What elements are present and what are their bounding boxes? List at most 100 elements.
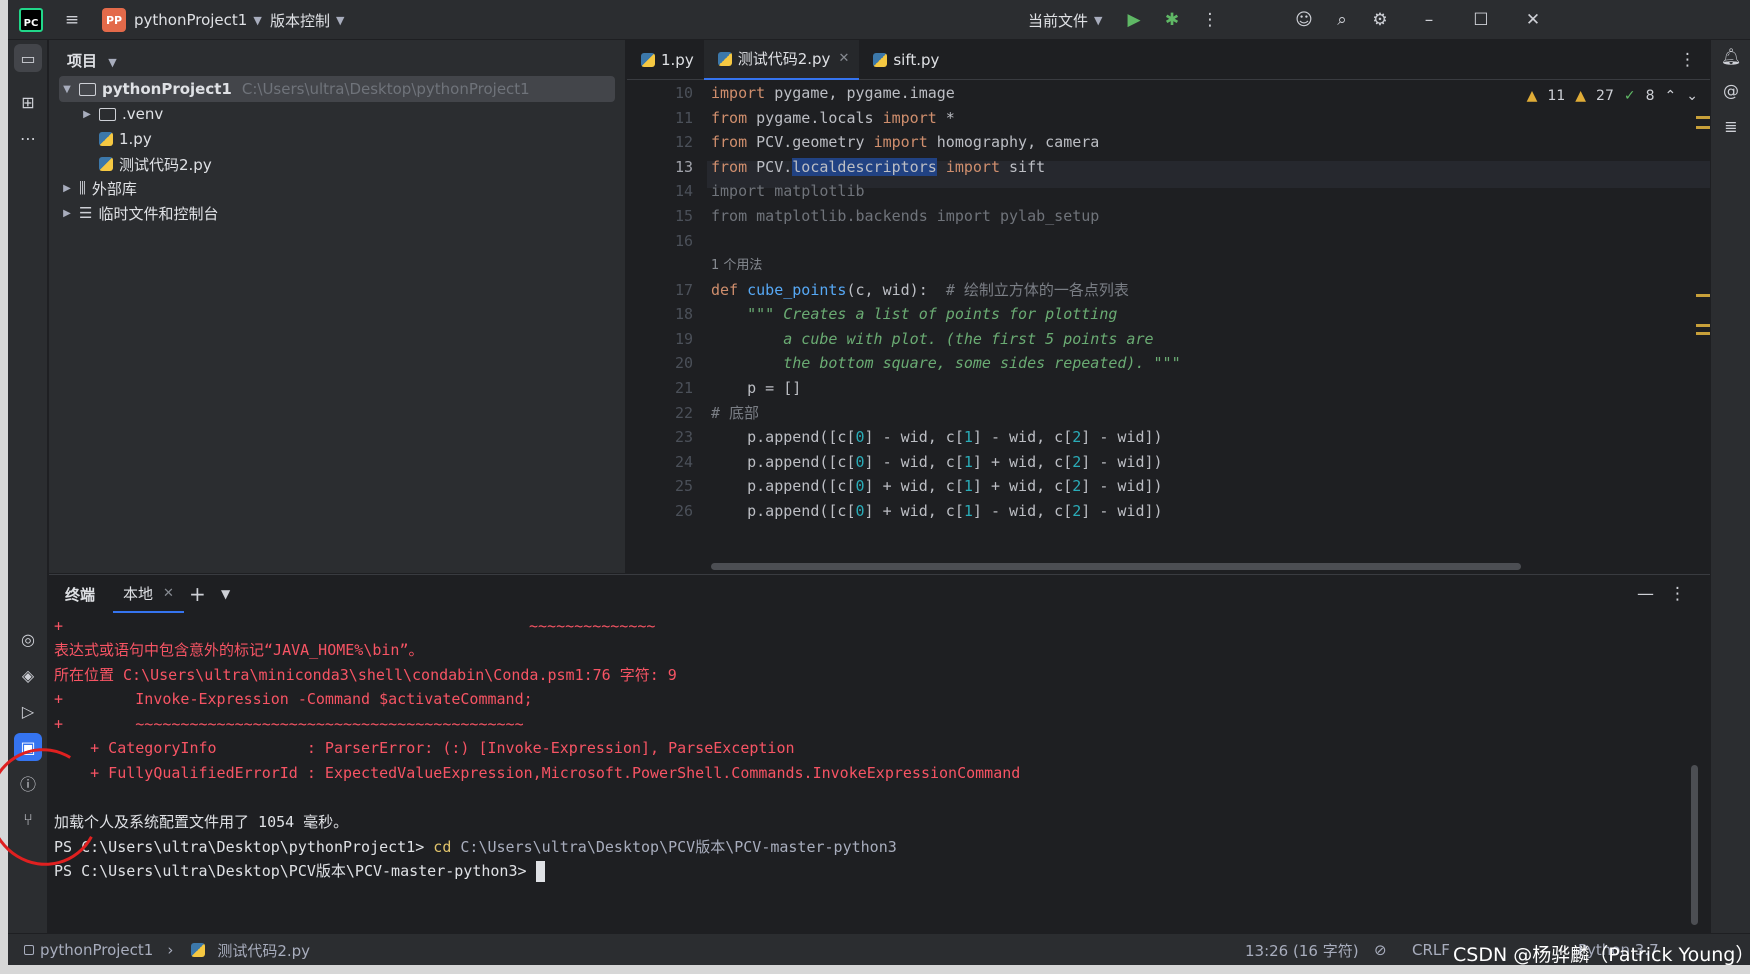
line-number: 25 <box>674 477 693 495</box>
breadcrumb: pythonProject1 › 测试代码2.py <box>24 934 310 965</box>
python-file-icon <box>99 157 113 171</box>
terminal-line: + Invoke-Expression -Command $activateCo… <box>54 690 533 708</box>
terminal-tab-local[interactable]: 本地 ✕ <box>113 575 184 613</box>
tree-item-label: pythonProject1 <box>102 80 232 98</box>
error-stripe-mark[interactable] <box>1696 116 1710 119</box>
chevron-down-icon[interactable]: ⌄ <box>1686 88 1698 104</box>
tree-item-venv[interactable]: ▶ .venv <box>59 101 615 127</box>
line-number: 12 <box>674 133 693 151</box>
search-icon[interactable]: ⌕ <box>1330 0 1354 40</box>
debug-icon[interactable]: ✱ <box>1160 0 1184 40</box>
chevron-down-icon: ▼ <box>1094 13 1103 27</box>
ai-assistant-icon[interactable]: @ <box>1717 76 1745 104</box>
run-config-selector[interactable]: 当前文件 ▼ <box>1028 0 1102 40</box>
structure-tool-icon[interactable]: ⊞ <box>14 88 42 116</box>
tree-item-label: 临时文件和控制台 <box>98 204 219 223</box>
line-number: 15 <box>674 207 693 225</box>
terminal-cursor <box>535 861 545 882</box>
python-console-icon[interactable]: ◎ <box>14 625 42 653</box>
line-separator[interactable]: CRLF <box>1412 934 1450 965</box>
terminal-vertical-scrollbar[interactable] <box>1691 765 1698 925</box>
line-number: 13 <box>674 158 693 176</box>
close-tab-icon[interactable]: ✕ <box>838 51 849 66</box>
terminal-line: 表达式或语句中包含意外的标记“JAVA_HOME%\bin”。 <box>54 641 424 659</box>
close-icon[interactable]: ✕ <box>1518 0 1548 40</box>
error-stripe-mark[interactable] <box>1696 294 1710 297</box>
chevron-right-icon[interactable]: ▶ <box>79 109 95 120</box>
tree-item-label: 外部库 <box>91 179 137 198</box>
code-line: import matplotlib <box>711 182 865 200</box>
watermark: CSDN @杨骅麟（Patrick Young） <box>1453 944 1750 966</box>
notifications-icon[interactable]: 🔔︎ <box>1717 42 1745 70</box>
code-line: p.append([c[0] + wid, c[1] + wid, c[2] -… <box>711 477 1163 495</box>
tabs-more-icon[interactable]: ⋮ <box>1679 50 1696 70</box>
tab-label: sift.py <box>893 50 940 69</box>
add-icon[interactable]: + <box>189 582 206 606</box>
project-switcher[interactable]: PP pythonProject1 ▼ <box>102 0 262 40</box>
more-tools-icon[interactable]: ⋯ <box>14 124 42 152</box>
tree-item-scratches[interactable]: ▶ ☰ 临时文件和控制台 <box>59 200 615 226</box>
tree-item-test2py[interactable]: 测试代码2.py <box>59 151 615 177</box>
terminal-line: + CategoryInfo : ParserError: (:) [Invok… <box>54 739 795 757</box>
database-icon[interactable]: ≣ <box>1717 112 1745 140</box>
error-stripe-mark[interactable] <box>1696 126 1710 129</box>
breadcrumb-file[interactable]: 测试代码2.py <box>217 940 310 961</box>
power-save-icon[interactable]: ⊘ <box>1374 934 1387 965</box>
line-number: 26 <box>674 502 693 520</box>
layers-icon[interactable]: ◈ <box>14 661 42 689</box>
project-panel: 项目 ▼ ▼ pythonProject1 C:\Users\ultra\Des… <box>49 40 626 573</box>
code-line: the bottom square, some sides repeated).… <box>711 354 1181 372</box>
tree-item-root[interactable]: ▼ pythonProject1 C:\Users\ultra\Desktop\… <box>59 76 615 102</box>
terminal-line: + ~~~~~~~~~~~~~~~~~~~~~~~~~~~~~~~~~~~~~~… <box>54 715 524 733</box>
vcs-menu[interactable]: 版本控制 ▼ <box>270 0 344 40</box>
maximize-icon[interactable]: ☐ <box>1466 0 1496 40</box>
tree-item-external-libs[interactable]: ▶ ⫼ 外部库 <box>59 175 615 201</box>
tree-item-1py[interactable]: 1.py <box>59 126 615 152</box>
pycharm-logo-icon[interactable]: PC <box>19 8 43 32</box>
terminal-tab-label: 本地 <box>123 584 154 603</box>
error-stripe-mark[interactable] <box>1696 332 1710 335</box>
code-line: p.append([c[0] + wid, c[1] - wid, c[2] -… <box>711 502 1163 520</box>
caret-position[interactable]: 13:26 (16 字符) <box>1245 934 1359 965</box>
run-icon[interactable]: ▶ <box>1122 0 1146 40</box>
tab-siftpy[interactable]: sift.py <box>859 40 949 80</box>
chevron-right-icon[interactable]: ▶ <box>59 208 75 219</box>
minimize-icon[interactable]: – <box>1414 0 1444 40</box>
tab-test2py[interactable]: 测试代码2.py ✕ <box>703 39 860 80</box>
terminal-line: + ~~~~~~~~~~~~~~ <box>54 617 656 635</box>
breadcrumb-project[interactable]: pythonProject1 <box>40 941 153 959</box>
error-stripe-mark[interactable] <box>1696 324 1710 327</box>
terminal-line: 所在位置 C:\Users\ultra\miniconda3\shell\con… <box>54 666 677 684</box>
more-icon[interactable]: ⋮ <box>1669 584 1686 604</box>
hide-panel-icon[interactable]: — <box>1637 584 1654 604</box>
project-badge: PP <box>102 8 126 32</box>
chevron-down-icon: ▼ <box>108 56 117 69</box>
title-bar: PC ≡ PP pythonProject1 ▼ 版本控制 ▼ 当前文件 ▼ ▶… <box>8 0 1750 40</box>
line-number: 14 <box>674 182 693 200</box>
code-area[interactable]: import pygame, pygame.image from pygame.… <box>711 80 1681 573</box>
python-file-icon <box>641 52 655 67</box>
chevron-down-icon[interactable]: ▼ <box>59 84 75 95</box>
folder-icon <box>79 82 96 96</box>
code-line: p.append([c[0] - wid, c[1] + wid, c[2] -… <box>711 453 1163 471</box>
settings-icon[interactable]: ⚙ <box>1368 0 1392 40</box>
run-tool-icon[interactable]: ▷ <box>14 697 42 725</box>
line-number: 20 <box>674 354 693 372</box>
code-line: p = [] <box>711 379 802 397</box>
more-icon[interactable]: ⋮ <box>1198 0 1222 40</box>
close-tab-icon[interactable]: ✕ <box>163 586 174 601</box>
chevron-right-icon[interactable]: ▶ <box>59 183 75 194</box>
project-tool-icon[interactable]: ▭ <box>14 44 42 72</box>
line-number: 18 <box>674 305 693 323</box>
main-menu-icon[interactable]: ≡ <box>60 0 84 40</box>
line-number: 23 <box>674 428 693 446</box>
add-user-icon[interactable]: ☺ <box>1292 0 1316 40</box>
usage-hint[interactable]: 1 个用法 <box>711 252 762 279</box>
vcs-label: 版本控制 <box>270 11 331 30</box>
tab-label: 1.py <box>661 50 694 69</box>
line-number: 19 <box>674 330 693 348</box>
chevron-down-icon[interactable]: ▼ <box>221 587 230 601</box>
tab-1py[interactable]: 1.py <box>627 40 704 80</box>
project-panel-header[interactable]: 项目 ▼ <box>67 50 117 71</box>
horizontal-scrollbar[interactable] <box>711 563 1521 570</box>
